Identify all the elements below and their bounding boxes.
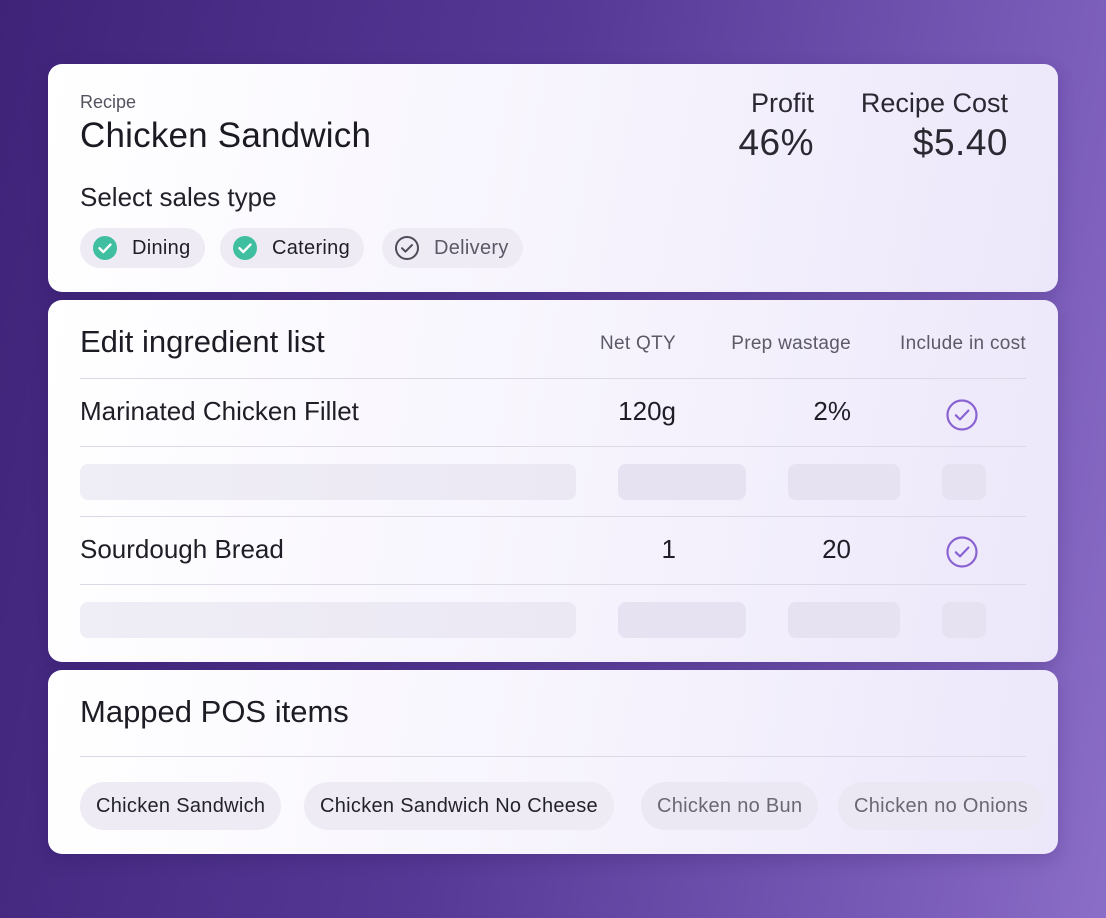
check-circle-outline-icon bbox=[394, 235, 420, 261]
ingredient-card: Edit ingredient list Net QTY Prep wastag… bbox=[48, 300, 1058, 662]
pos-item-chip[interactable]: Chicken Sandwich bbox=[80, 782, 282, 830]
pos-card: Mapped POS items Chicken Sandwich Chicke… bbox=[48, 670, 1058, 854]
skeleton-placeholder bbox=[788, 602, 900, 638]
column-include-in-cost: Include in cost bbox=[900, 333, 1026, 354]
skeleton-placeholder bbox=[618, 464, 746, 500]
sales-type-label: Select sales type bbox=[80, 182, 277, 212]
chip-label: Dining bbox=[132, 236, 191, 259]
check-circle-icon bbox=[92, 235, 118, 261]
ingredient-list-title: Edit ingredient list bbox=[80, 324, 325, 359]
ingredient-name: Sourdough Bread bbox=[80, 534, 284, 564]
profit-value: 46% bbox=[738, 122, 814, 163]
sales-type-chip-delivery[interactable]: Delivery bbox=[382, 228, 523, 268]
pos-items-title: Mapped POS items bbox=[80, 694, 349, 729]
skeleton-placeholder bbox=[788, 464, 900, 500]
recipe-cost-value: $5.40 bbox=[912, 122, 1008, 163]
column-prep-wastage: Prep wastage bbox=[731, 333, 851, 354]
divider bbox=[80, 756, 1026, 757]
profit-label: Profit bbox=[750, 88, 814, 118]
include-in-cost-check-icon[interactable] bbox=[945, 398, 979, 432]
pos-item-chip[interactable]: Chicken Sandwich No Cheese bbox=[304, 782, 614, 830]
skeleton-placeholder bbox=[80, 602, 576, 638]
ingredient-net-qty[interactable]: 1 bbox=[662, 534, 676, 565]
sales-type-chip-catering[interactable]: Catering bbox=[220, 228, 364, 268]
recipe-label: Recipe bbox=[80, 92, 137, 112]
pos-item-chip[interactable]: Chicken no Bun bbox=[641, 782, 819, 830]
ingredient-prep-wastage[interactable]: 2% bbox=[813, 396, 851, 427]
ingredient-prep-wastage[interactable]: 20 bbox=[822, 534, 851, 565]
ingredient-name: Marinated Chicken Fillet bbox=[80, 396, 359, 426]
ingredient-net-qty[interactable]: 120g bbox=[618, 396, 676, 427]
recipe-name: Chicken Sandwich bbox=[80, 116, 372, 155]
check-circle-icon bbox=[232, 235, 258, 261]
skeleton-placeholder bbox=[618, 602, 746, 638]
recipe-cost-label: Recipe Cost bbox=[860, 88, 1008, 118]
divider bbox=[80, 516, 1026, 517]
skeleton-placeholder bbox=[942, 464, 986, 500]
pos-item-chip[interactable]: Chicken no Onions bbox=[838, 782, 1045, 830]
skeleton-placeholder bbox=[942, 602, 986, 638]
divider bbox=[80, 446, 1026, 447]
divider bbox=[80, 378, 1026, 379]
recipe-card: Recipe Chicken Sandwich Profit 46% Recip… bbox=[48, 64, 1058, 292]
skeleton-placeholder bbox=[80, 464, 576, 500]
sales-type-chip-dining[interactable]: Dining bbox=[80, 228, 205, 268]
chip-label: Catering bbox=[272, 236, 350, 259]
chip-label: Delivery bbox=[434, 236, 509, 259]
include-in-cost-check-icon[interactable] bbox=[945, 535, 979, 569]
divider bbox=[80, 584, 1026, 585]
column-net-qty: Net QTY bbox=[599, 333, 676, 354]
